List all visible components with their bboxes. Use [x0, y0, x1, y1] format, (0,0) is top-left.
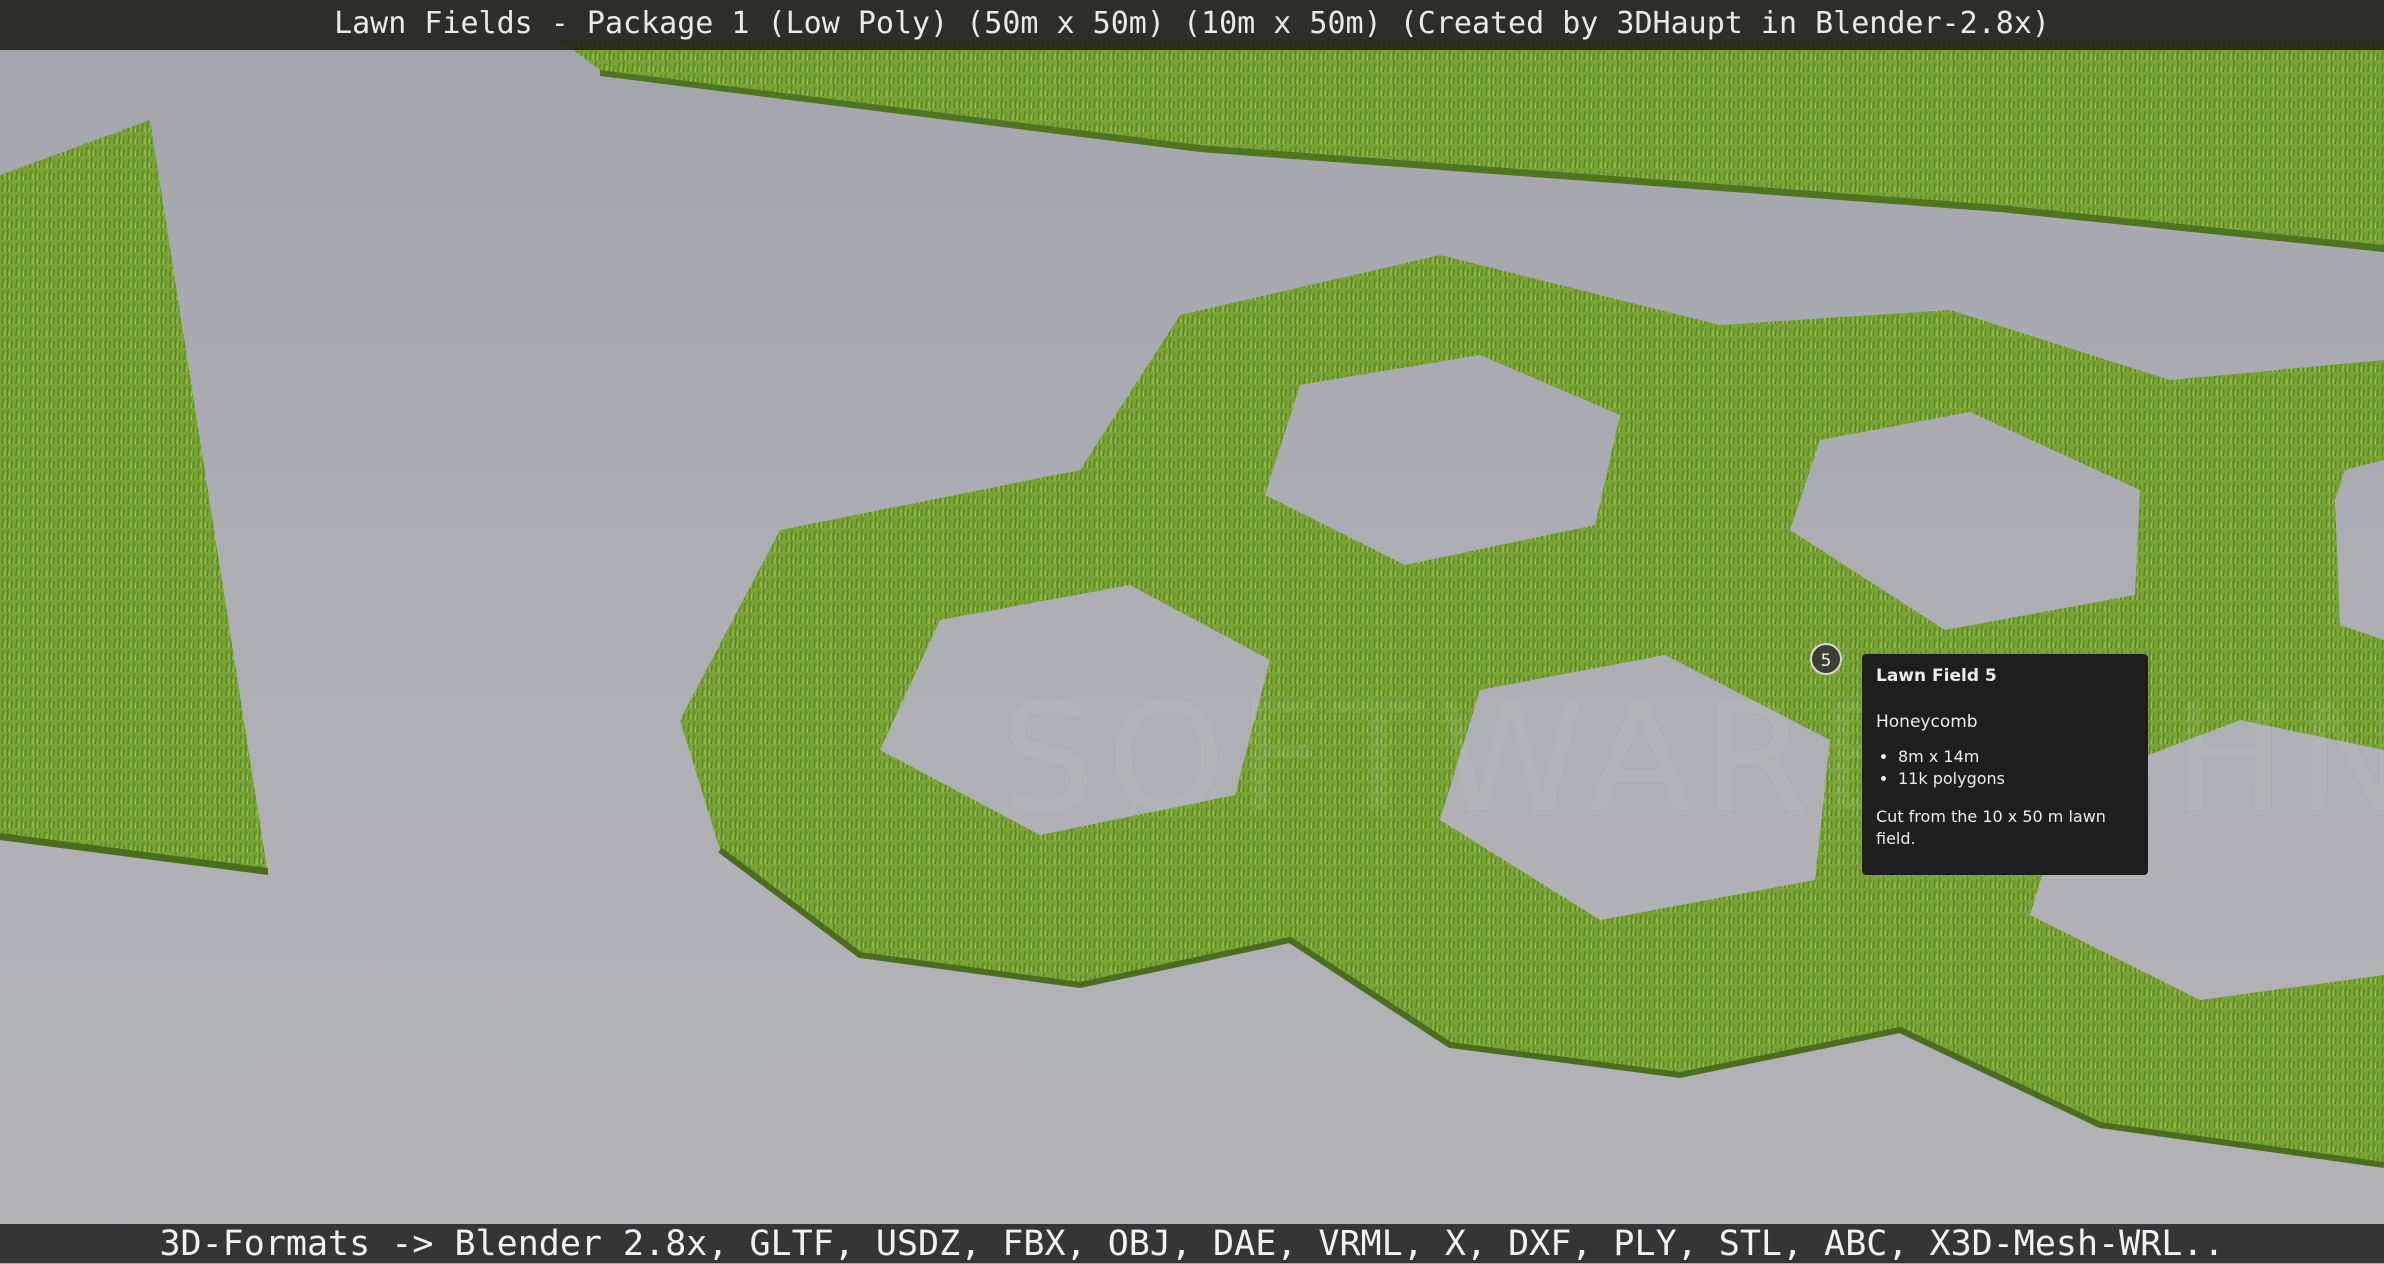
annotation-description: Cut from the 10 x 50 m lawn field. [1876, 807, 2106, 848]
annotation-subtitle: Honeycomb [1876, 712, 1978, 732]
annotation-title: Lawn Field 5 [1876, 666, 1997, 686]
annotation-bullet-list: 8m x 14m 11k polygons [1876, 746, 2134, 790]
title-bar: Lawn Fields - Package 1 (Low Poly) (50m … [0, 0, 2384, 50]
formats-text: 3D-Formats -> Blender 2.8x, GLTF, USDZ, … [159, 1224, 2225, 1264]
annotation-bullet: 11k polygons [1898, 768, 2134, 790]
annotation-bullet: 8m x 14m [1898, 746, 2134, 768]
3d-viewport[interactable]: SOFTWARE JOHN [0, 0, 2384, 1263]
formats-bar: 3D-Formats -> Blender 2.8x, GLTF, USDZ, … [0, 1224, 2384, 1264]
annotation-number: 5 [1820, 651, 1832, 671]
title-text: Lawn Fields - Package 1 (Low Poly) (50m … [334, 6, 2050, 41]
watermark-text: SOFTWARE JOHN [1000, 672, 2384, 846]
annotation-hotspot-5[interactable]: 5 [1810, 643, 1842, 675]
annotation-tooltip: Lawn Field 5 Honeycomb 8m x 14m 11k poly… [1862, 654, 2148, 875]
